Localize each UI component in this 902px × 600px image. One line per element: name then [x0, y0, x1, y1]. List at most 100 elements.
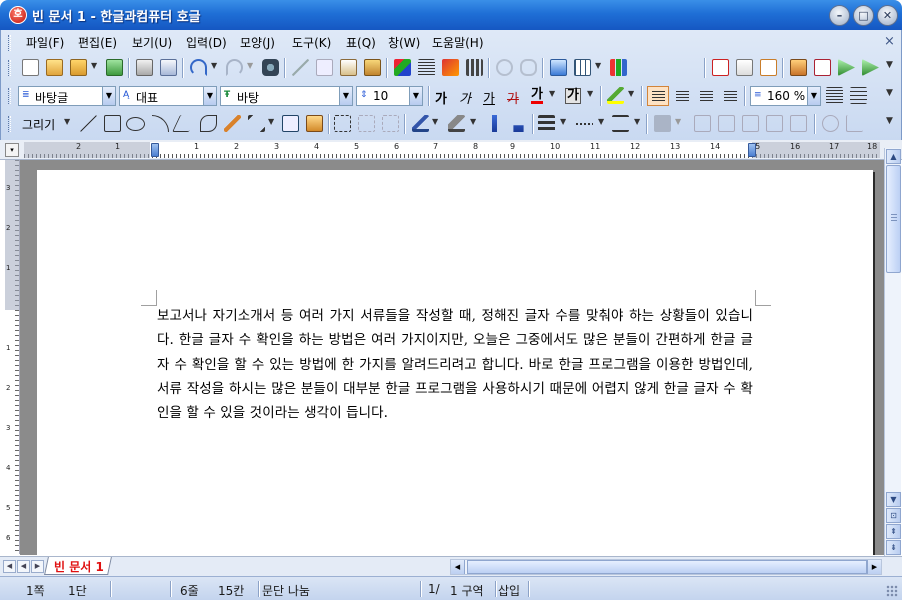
insert-picture-icon[interactable]: [550, 59, 567, 76]
save-icon[interactable]: [106, 59, 123, 76]
drawing-menu-button[interactable]: 그리기: [22, 116, 55, 133]
connector-dropdown-icon[interactable]: ▼: [268, 117, 274, 126]
status-section[interactable]: 1 구역: [450, 582, 484, 599]
scroll-left-button[interactable]: ◀: [451, 560, 465, 574]
chevron-down-icon[interactable]: ▼: [409, 87, 422, 105]
paste-icon[interactable]: [340, 59, 357, 76]
line-thickness-icon[interactable]: [538, 115, 555, 132]
menu-insert[interactable]: 입력(D): [184, 34, 229, 51]
right-align-button[interactable]: [719, 86, 741, 106]
horizontal-scrollbar[interactable]: ◀ ▶: [450, 559, 882, 575]
new-document-icon[interactable]: [22, 59, 39, 76]
table-dropdown-icon[interactable]: ▼: [595, 61, 601, 70]
chevron-down-icon[interactable]: ▼: [807, 87, 820, 105]
hwp-app-icon[interactable]: 호: [9, 6, 27, 24]
status-column-section[interactable]: 1단: [68, 582, 87, 599]
document-canvas[interactable]: 보고서나 자기소개서 등 여러 가지 서류들을 작성할 때, 정해진 글자 수를…: [20, 160, 884, 555]
underline-button[interactable]: 가: [483, 88, 495, 107]
arrow-style-icon[interactable]: [612, 115, 629, 132]
insert-chart-icon[interactable]: [610, 59, 627, 76]
horizontal-scroll-thumb[interactable]: [467, 560, 867, 574]
print-preview-icon[interactable]: [160, 59, 177, 76]
char-color-dropdown-icon[interactable]: ▼: [549, 89, 555, 98]
send-backward-icon[interactable]: [513, 125, 524, 132]
toolbar-overflow-icon[interactable]: ▼: [886, 88, 893, 98]
highlighter-dropdown-icon[interactable]: ▼: [628, 89, 634, 98]
menu-format[interactable]: 모양(J): [238, 34, 277, 51]
italic-button[interactable]: 가: [459, 88, 471, 107]
run-macro-2-icon[interactable]: [862, 59, 879, 76]
line-spacing-select[interactable]: ≡ 160 % ▼: [750, 86, 821, 106]
increase-spacing-icon[interactable]: [826, 87, 843, 104]
fill-color-dropdown-icon[interactable]: ▼: [470, 117, 476, 126]
insert-equation-icon[interactable]: [658, 59, 675, 76]
document-page[interactable]: 보고서나 자기소개서 등 여러 가지 서류들을 작성할 때, 정해진 글자 수를…: [37, 170, 873, 555]
char-shading-button[interactable]: 가: [565, 88, 581, 104]
paste-special-icon[interactable]: [736, 59, 753, 76]
format-painter-icon[interactable]: [364, 59, 381, 76]
tab-document-1[interactable]: 빈 문서 1: [44, 557, 112, 575]
open-dropdown-icon[interactable]: ▼: [91, 61, 97, 70]
toolbar-grip[interactable]: [8, 60, 11, 76]
print-icon[interactable]: [136, 59, 153, 76]
menu-window[interactable]: 창(W): [386, 34, 422, 51]
toolbar-grip[interactable]: [8, 88, 11, 104]
language-select[interactable]: Ą 대표 ▼: [119, 86, 217, 106]
spell-check-icon[interactable]: [394, 59, 411, 76]
char-map-icon[interactable]: [712, 59, 729, 76]
insert-symbol-icon[interactable]: [682, 59, 699, 76]
highlighter-icon[interactable]: [607, 87, 624, 104]
toolbar-overflow-icon[interactable]: ▼: [886, 60, 893, 70]
new-from-template-icon[interactable]: [46, 59, 63, 76]
menu-tools[interactable]: 도구(K): [290, 34, 333, 51]
line-color-dropdown-icon[interactable]: ▼: [432, 117, 438, 126]
status-insert-mode[interactable]: 삽입: [498, 582, 520, 599]
status-line[interactable]: 6줄: [180, 582, 199, 599]
macro-icon[interactable]: [790, 59, 807, 76]
bring-forward-icon[interactable]: [491, 115, 498, 132]
scroll-up-button[interactable]: ▲: [886, 149, 901, 164]
maximize-button[interactable]: □: [853, 5, 874, 26]
memo-icon[interactable]: [760, 59, 777, 76]
vertical-scrollbar[interactable]: ▲ ▼ ⊡ ⇞ ⇟: [884, 148, 901, 556]
status-page-of[interactable]: 1/: [428, 582, 440, 596]
status-paragraph[interactable]: 문단 나눔: [262, 582, 310, 599]
toolbar-grip[interactable]: [8, 116, 11, 132]
page-down-button[interactable]: ⇟: [886, 540, 901, 555]
right-indent-marker[interactable]: [748, 143, 756, 157]
ruler-corner-button[interactable]: ▾: [5, 143, 19, 157]
line-thickness-dropdown-icon[interactable]: ▼: [560, 117, 566, 126]
arc-tool-icon[interactable]: [152, 115, 169, 132]
tab-first-icon[interactable]: ◀: [3, 560, 16, 573]
menu-view[interactable]: 보기(U): [130, 34, 174, 51]
menu-help[interactable]: 도움말(H): [430, 34, 486, 51]
connector-tool-icon[interactable]: [248, 115, 265, 132]
fill-color-icon[interactable]: [448, 115, 465, 132]
left-align-button[interactable]: [671, 86, 693, 106]
line-tool-icon[interactable]: [80, 115, 97, 132]
strikethrough-button[interactable]: 가: [507, 88, 519, 107]
undo-icon[interactable]: [190, 59, 207, 76]
presentation-icon[interactable]: [814, 59, 831, 76]
scroll-down-button[interactable]: ▼: [886, 492, 901, 507]
select-objects-icon[interactable]: [334, 115, 351, 132]
open-folder-icon[interactable]: [70, 59, 87, 76]
undo-dropdown-icon[interactable]: ▼: [211, 61, 217, 70]
vertical-ruler[interactable]: 3 2 1 1 2 3 4 5 6: [5, 160, 20, 554]
line-color-icon[interactable]: [412, 115, 429, 132]
ellipse-tool-icon[interactable]: [126, 117, 145, 131]
arrow-style-dropdown-icon[interactable]: ▼: [634, 117, 640, 126]
find-icon[interactable]: [262, 59, 279, 76]
insert-table-icon[interactable]: [574, 59, 591, 76]
tab-next-icon[interactable]: ▶: [31, 560, 44, 573]
columns-icon[interactable]: [466, 59, 483, 76]
menu-close-icon[interactable]: ×: [884, 34, 895, 49]
bold-button[interactable]: 가: [435, 88, 447, 107]
vertical-scroll-thumb[interactable]: [886, 165, 901, 273]
line-style-dropdown-icon[interactable]: ▼: [598, 117, 604, 126]
chevron-down-icon[interactable]: ▼: [339, 87, 352, 105]
justify-align-button[interactable]: [647, 86, 669, 106]
pencil-tool-icon[interactable]: [224, 115, 241, 132]
scroll-right-button[interactable]: ▶: [867, 560, 881, 574]
prev-page-button[interactable]: ⊡: [886, 508, 901, 523]
